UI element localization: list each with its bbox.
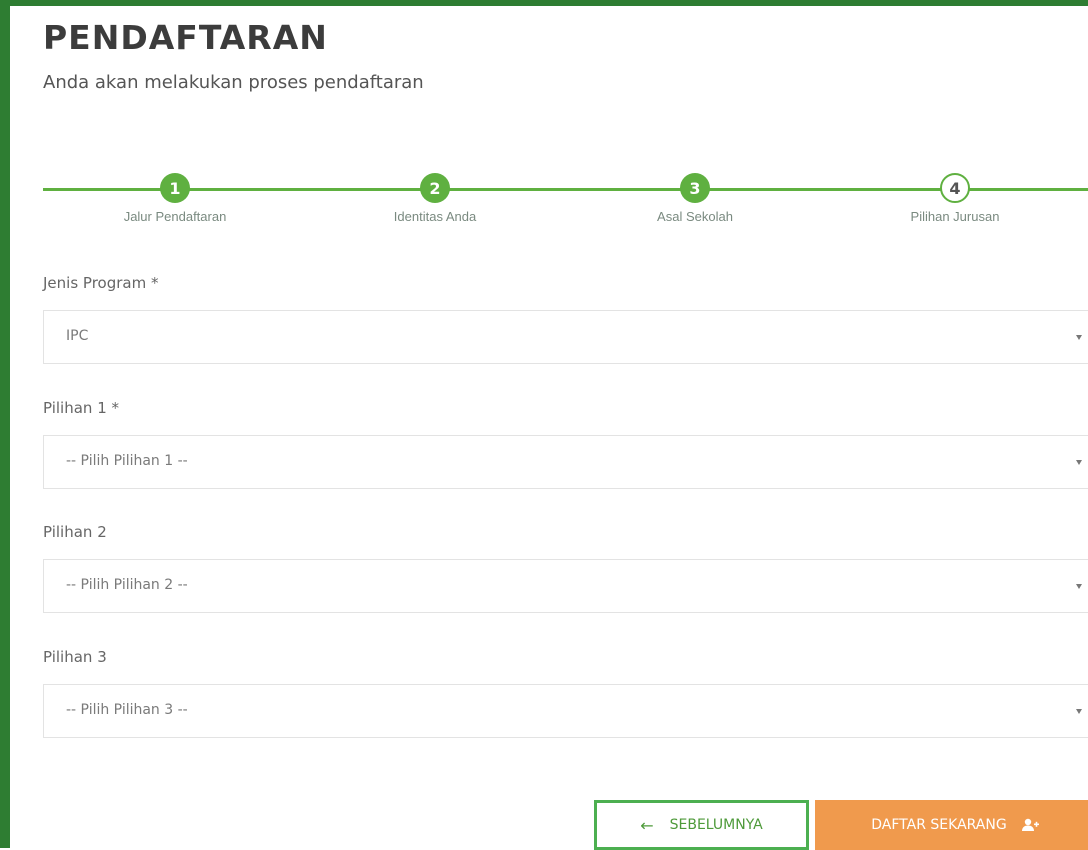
select-value: IPC — [66, 328, 89, 344]
jenis-program-select[interactable]: IPC — [43, 310, 1088, 364]
step-label: Jalur Pendaftaran — [123, 209, 227, 224]
select-value: -- Pilih Pilihan 2 -- — [66, 577, 188, 593]
step-number-badge: 4 — [940, 173, 970, 203]
daftar-sekarang-button[interactable]: DAFTAR SEKARANG — [815, 800, 1088, 850]
pilihan-3-label: Pilihan 3 — [43, 648, 107, 666]
jenis-program-label: Jenis Program * — [43, 274, 159, 292]
sebelumnya-button[interactable]: ← SEBELUMNYA — [594, 800, 809, 850]
step-number-badge: 2 — [420, 173, 450, 203]
user-add-icon — [1021, 818, 1039, 832]
pilihan-2-select[interactable]: -- Pilih Pilihan 2 -- — [43, 559, 1088, 613]
pilihan-3-select[interactable]: -- Pilih Pilihan 3 -- — [43, 684, 1088, 738]
step-label: Asal Sekolah — [657, 209, 733, 224]
caret-down-icon — [1076, 584, 1082, 589]
arrow-left-icon: ← — [640, 815, 654, 835]
page-frame: PENDAFTARAN Anda akan melakukan proses p… — [0, 0, 1088, 850]
select-value: -- Pilih Pilihan 1 -- — [66, 453, 188, 469]
page-subtitle: Anda akan melakukan proses pendaftaran — [43, 72, 424, 93]
step-label: Pilihan Jurusan — [910, 209, 1000, 224]
select-value: -- Pilih Pilihan 3 -- — [66, 702, 188, 718]
caret-down-icon — [1076, 335, 1082, 340]
sebelumnya-button-label: SEBELUMNYA — [669, 817, 763, 833]
step-number-badge: 1 — [160, 173, 190, 203]
pilihan-1-select[interactable]: -- Pilih Pilihan 1 -- — [43, 435, 1088, 489]
pilihan-2-label: Pilihan 2 — [43, 523, 107, 541]
step-number-badge: 3 — [680, 173, 710, 203]
caret-down-icon — [1076, 709, 1082, 714]
caret-down-icon — [1076, 460, 1082, 465]
daftar-sekarang-button-label: DAFTAR SEKARANG — [871, 817, 1007, 833]
stepper-progress-line — [43, 188, 1088, 191]
pilihan-1-label: Pilihan 1 * — [43, 399, 120, 417]
step-label: Identitas Anda — [393, 209, 477, 224]
page-title: PENDAFTARAN — [43, 18, 328, 57]
